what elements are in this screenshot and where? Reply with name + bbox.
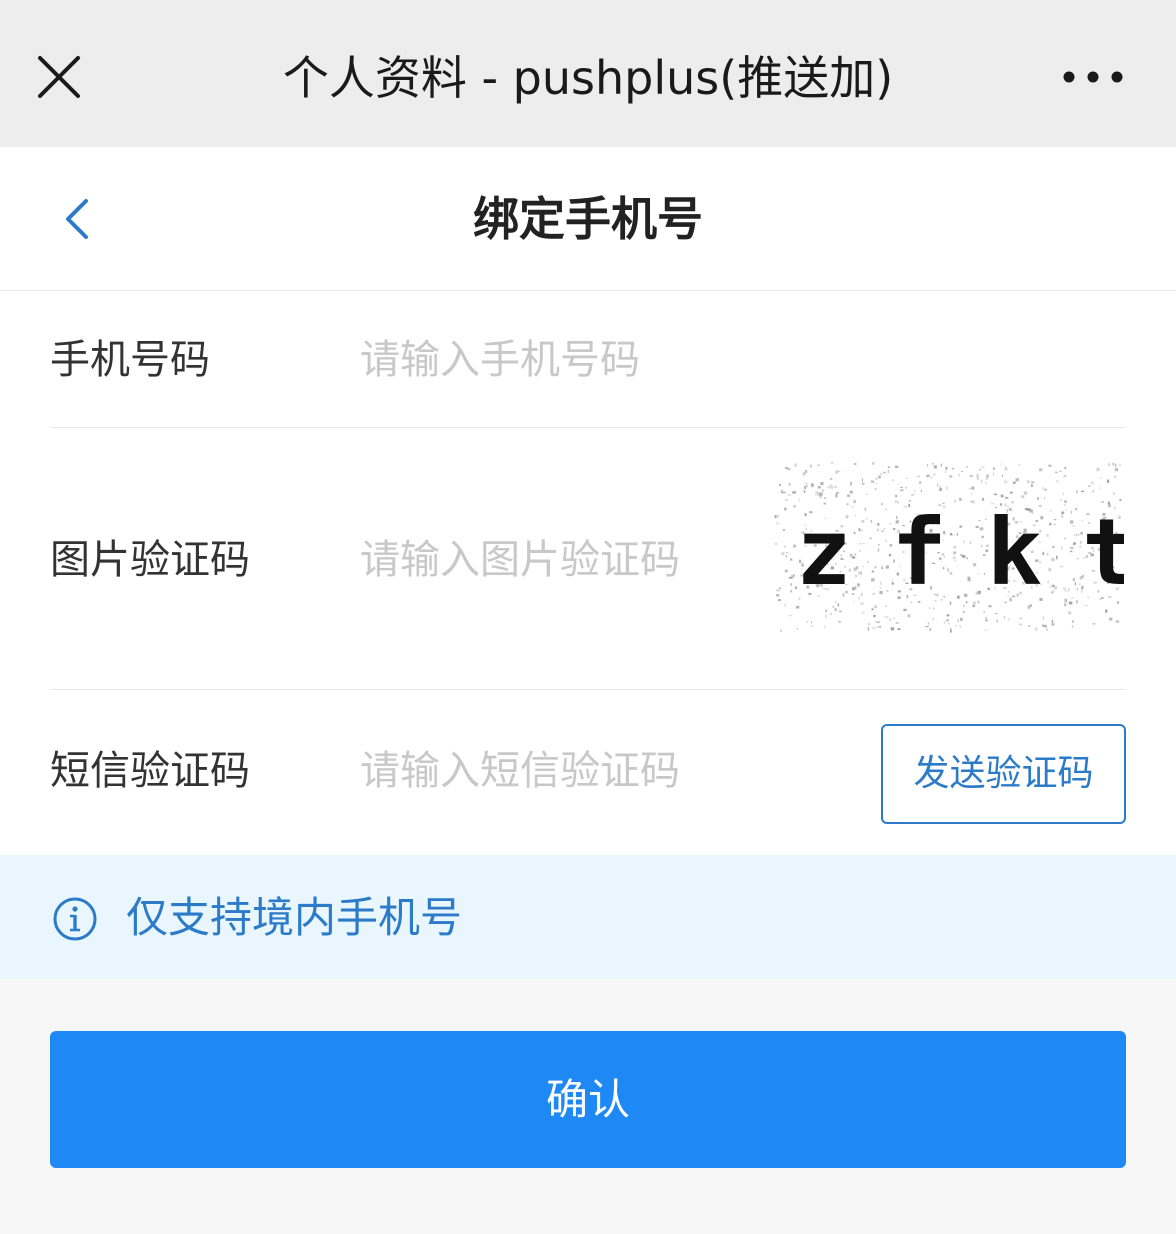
phone-input[interactable] xyxy=(360,335,760,385)
image-code-label: 图片验证码 xyxy=(50,537,250,583)
info-icon xyxy=(53,897,97,941)
window-title: 个人资料 - pushplus(推送加) xyxy=(282,51,894,105)
phone-row: 手机号码 xyxy=(50,291,1126,428)
send-code-button[interactable]: 发送验证码 xyxy=(881,724,1126,824)
captcha-noise: zfkt xyxy=(774,462,1138,633)
captcha-text: zfkt xyxy=(796,499,1124,606)
bind-phone-form: 手机号码 图片验证码 zfkt 短信验证码 发送验证码 xyxy=(0,291,1176,855)
more-icon[interactable] xyxy=(1062,70,1124,84)
sms-code-row: 短信验证码 发送验证码 xyxy=(50,690,1126,855)
phone-label: 手机号码 xyxy=(50,337,210,383)
captcha-image[interactable]: zfkt xyxy=(774,462,1138,634)
page-title: 绑定手机号 xyxy=(473,192,703,246)
confirm-button[interactable]: 确认 xyxy=(50,1031,1126,1168)
image-code-row: 图片验证码 zfkt xyxy=(50,428,1138,690)
chevron-left-icon[interactable] xyxy=(62,198,92,240)
notice-text: 仅支持境内手机号 xyxy=(126,893,463,942)
image-code-input[interactable] xyxy=(360,535,760,585)
page-header: 绑定手机号 xyxy=(0,147,1176,291)
notice-banner: 仅支持境内手机号 xyxy=(0,855,1176,979)
window-titlebar: 个人资料 - pushplus(推送加) xyxy=(0,0,1176,147)
sms-code-input[interactable] xyxy=(360,746,760,796)
sms-code-label: 短信验证码 xyxy=(50,748,250,794)
